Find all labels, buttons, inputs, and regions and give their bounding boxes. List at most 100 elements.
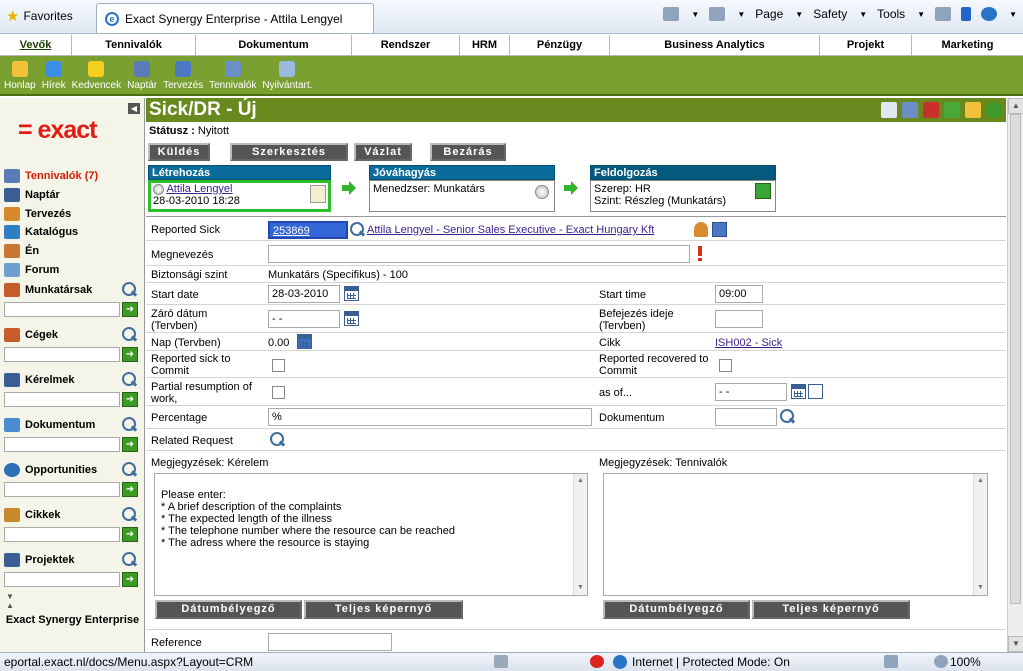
print-icon[interactable] xyxy=(709,7,726,21)
search-cegek-input[interactable] xyxy=(4,347,120,362)
calendar-icon[interactable] xyxy=(791,384,806,399)
go-opportunities-button[interactable]: ➜ xyxy=(122,482,138,497)
edit-employee-icon[interactable] xyxy=(712,222,727,237)
favorite-add-icon[interactable] xyxy=(965,102,981,118)
edit-button[interactable]: Szerkesztés xyxy=(230,143,348,161)
zoom-level[interactable]: 100% xyxy=(950,655,981,669)
favorites-button[interactable]: ★ Favorites xyxy=(6,7,73,25)
tool-naptar[interactable]: Naptár xyxy=(127,56,157,94)
lookup-request-icon[interactable] xyxy=(270,432,286,448)
textarea-scrollbar[interactable] xyxy=(973,474,987,595)
lookup-document-icon[interactable] xyxy=(780,409,796,425)
zoom-icon[interactable] xyxy=(934,655,948,668)
attachments-icon[interactable] xyxy=(902,102,918,118)
search-opportunities-icon[interactable] xyxy=(122,462,138,478)
properties-icon[interactable] xyxy=(881,102,897,118)
reference-input[interactable] xyxy=(268,633,392,651)
search-kerelmek-icon[interactable] xyxy=(122,372,138,388)
book-icon[interactable] xyxy=(923,102,939,118)
creator-link[interactable]: Attila Lengyel xyxy=(166,183,232,195)
search-projektek-icon[interactable] xyxy=(122,552,138,568)
notes-todo-textarea[interactable] xyxy=(603,473,988,596)
lookup-employee-icon[interactable] xyxy=(350,222,366,238)
close-button[interactable]: Bezárás xyxy=(430,143,506,161)
calendar-icon[interactable] xyxy=(344,311,359,326)
page-menu[interactable]: Page xyxy=(755,7,783,21)
search-projektek-input[interactable] xyxy=(4,572,120,587)
draft-button[interactable]: Vázlat xyxy=(354,143,412,161)
search-cikkek-input[interactable] xyxy=(4,527,120,542)
as-of-input[interactable]: - - xyxy=(715,383,787,401)
sidebar-item-tennivalok[interactable]: Tennivalók (7) xyxy=(4,169,98,183)
person-add-icon[interactable] xyxy=(694,222,708,237)
sidebar-section-munkatarsak[interactable]: Munkatársak xyxy=(4,283,92,297)
reported-sick-input[interactable]: 253869 xyxy=(268,221,348,239)
send-button[interactable]: Küldés xyxy=(148,143,210,161)
search-munkatarsak-input[interactable] xyxy=(4,302,120,317)
sidebar-item-en[interactable]: Én xyxy=(4,244,39,258)
sidebar-section-kerelmek[interactable]: Kérelmek xyxy=(4,373,75,387)
percentage-input[interactable]: % xyxy=(268,408,592,426)
download-icon[interactable] xyxy=(755,183,771,199)
search-kerelmek-input[interactable] xyxy=(4,392,120,407)
go-kerelmek-button[interactable]: ➜ xyxy=(122,392,138,407)
search-munkatarsak-icon[interactable] xyxy=(122,282,138,298)
sidebar-item-tervezes[interactable]: Tervezés xyxy=(4,207,71,221)
menu-vevok[interactable]: Vevők xyxy=(0,35,72,55)
home-icon[interactable] xyxy=(663,7,680,21)
go-dokumentum-button[interactable]: ➜ xyxy=(122,437,138,452)
help-icon[interactable] xyxy=(986,102,1002,118)
recovered-checkbox[interactable] xyxy=(719,359,732,372)
search-cegek-icon[interactable] xyxy=(122,327,138,343)
sidebar-item-naptar[interactable]: Naptár xyxy=(4,188,60,202)
bluetooth-icon[interactable] xyxy=(961,7,972,21)
tool-tennivalok[interactable]: Tennivalók xyxy=(209,56,256,94)
start-date-input[interactable]: 28-03-2010 xyxy=(268,285,340,303)
browser-tab[interactable]: e Exact Synergy Enterprise - Attila Leng… xyxy=(96,3,374,33)
scroll-up-icon[interactable]: ▲ xyxy=(1008,98,1023,114)
list-icon[interactable] xyxy=(808,384,823,399)
scroll-thumb[interactable] xyxy=(1010,114,1021,604)
search-dokumentum-icon[interactable] xyxy=(122,417,138,433)
menu-business-analytics[interactable]: Business Analytics xyxy=(610,35,820,55)
reported-commit-checkbox[interactable] xyxy=(272,359,285,372)
go-munkatarsak-button[interactable]: ➜ xyxy=(122,302,138,317)
sidebar-section-opportunities[interactable]: Opportunities xyxy=(4,463,97,477)
tool-tervezes[interactable]: Tervezés xyxy=(163,56,203,94)
help-icon[interactable] xyxy=(981,7,998,21)
go-cegek-button[interactable]: ➜ xyxy=(122,347,138,362)
tool-nyilvantart[interactable]: Nyilvántart. xyxy=(262,56,312,94)
calculator-icon[interactable] xyxy=(297,334,312,349)
search-dokumentum-input[interactable] xyxy=(4,437,120,452)
tool-kedvencek[interactable]: Kedvencek xyxy=(72,56,121,94)
note-icon[interactable] xyxy=(310,185,326,203)
go-cikkek-button[interactable]: ➜ xyxy=(122,527,138,542)
menu-penzugy[interactable]: Pénzügy xyxy=(510,35,610,55)
end-time-input[interactable] xyxy=(715,310,763,328)
tools-menu[interactable]: Tools xyxy=(877,7,905,21)
sidebar-section-cikkek[interactable]: Cikkek xyxy=(4,508,60,522)
sidebar-item-forum[interactable]: Forum xyxy=(4,263,59,277)
start-time-input[interactable]: 09:00 xyxy=(715,285,763,303)
date-stamp-button-todo[interactable]: Dátumbélyegző xyxy=(603,600,750,619)
menu-projekt[interactable]: Projekt xyxy=(820,35,912,55)
menu-hrm[interactable]: HRM xyxy=(460,35,510,55)
sidebar-section-projektek[interactable]: Projektek xyxy=(4,553,75,567)
menu-dokumentum[interactable]: Dokumentum xyxy=(196,35,352,55)
scroll-down-icon[interactable]: ▼ xyxy=(1008,636,1023,652)
item-link[interactable]: ISH002 - Sick xyxy=(715,337,782,349)
notes-request-textarea[interactable]: Please enter: * A brief description of t… xyxy=(154,473,588,596)
partial-checkbox[interactable] xyxy=(272,386,285,399)
sidebar-section-dokumentum[interactable]: Dokumentum xyxy=(4,418,95,432)
search-opportunities-input[interactable] xyxy=(4,482,120,497)
fullscreen-button-todo[interactable]: Teljes képernyő xyxy=(752,600,910,619)
sidebar-item-katalogus[interactable]: Katalógus xyxy=(4,225,78,239)
search-cikkek-icon[interactable] xyxy=(122,507,138,523)
name-input[interactable] xyxy=(268,245,690,263)
info-icon[interactable] xyxy=(944,102,960,118)
protected-mode-icon[interactable] xyxy=(884,655,898,668)
tool-honlap[interactable]: Honlap xyxy=(4,56,36,94)
research-icon[interactable] xyxy=(935,7,952,21)
sidebar-section-cegek[interactable]: Cégek xyxy=(4,328,58,342)
menu-tennivalok[interactable]: Tennivalók xyxy=(72,35,196,55)
